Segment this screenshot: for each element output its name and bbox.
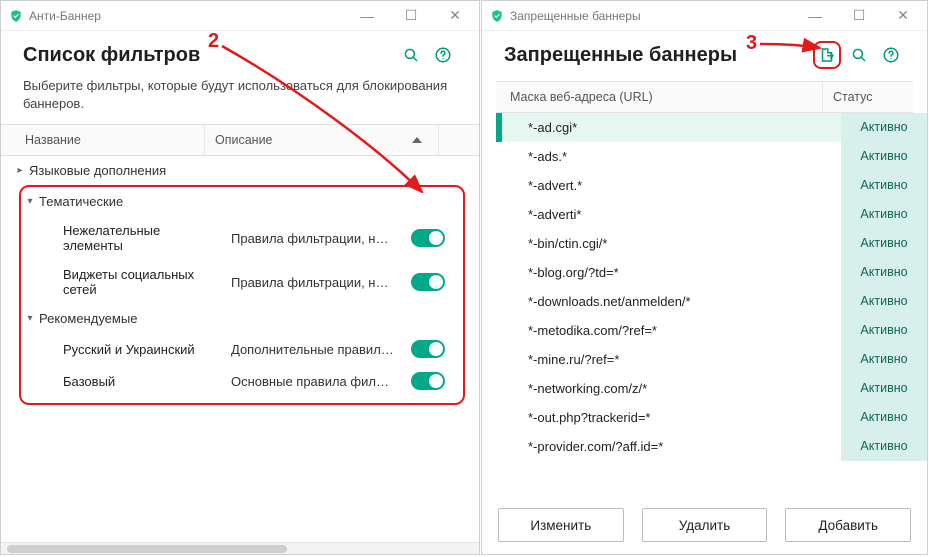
list-item[interactable]: *-adverti*Активно <box>496 200 927 229</box>
status-badge: Активно <box>841 403 927 432</box>
col-name[interactable]: Название <box>1 125 205 155</box>
list-item[interactable]: *-ad.cgi*Активно <box>496 113 927 142</box>
status-badge: Активно <box>841 171 927 200</box>
page-title: Список фильтров <box>23 44 200 67</box>
list-item[interactable]: *-ads.*Активно <box>496 142 927 171</box>
titlebar-left: Анти-Баннер ― ☐ ✕ <box>1 1 479 31</box>
table-header-left: Название Описание <box>1 124 479 156</box>
delete-button[interactable]: Удалить <box>642 508 768 542</box>
subtitle: Выберите фильтры, которые будут использо… <box>1 73 479 124</box>
list-item[interactable]: *-advert.*Активно <box>496 171 927 200</box>
window-title: Анти-Баннер <box>29 9 101 23</box>
list-item[interactable]: *-mine.ru/?ref=*Активно <box>496 345 927 374</box>
col-status[interactable]: Статус <box>823 82 913 112</box>
list-item[interactable]: *-downloads.net/anmelden/*Активно <box>496 287 927 316</box>
list-item[interactable]: *-bin/ctin.cgi/*Активно <box>496 229 927 258</box>
url-mask: *-mine.ru/?ref=* <box>502 345 841 374</box>
sort-asc-icon <box>412 137 422 143</box>
window-title: Запрещенные баннеры <box>510 9 641 23</box>
add-button[interactable]: Добавить <box>785 508 911 542</box>
filter-row[interactable]: Виджеты социальных сетей Правила фильтра… <box>21 260 463 304</box>
toggle-switch[interactable] <box>411 340 445 358</box>
footer-buttons: Изменить Удалить Добавить <box>482 498 927 554</box>
shield-icon <box>9 9 23 23</box>
list-item[interactable]: *-provider.com/?aff.id=*Активно <box>496 432 927 461</box>
url-mask: *-provider.com/?aff.id=* <box>502 432 841 461</box>
filter-name: Базовый <box>63 374 231 389</box>
chevron-down-icon: ▾ <box>25 196 35 207</box>
search-icon[interactable] <box>397 41 425 69</box>
header-right: Запрещенные баннеры <box>482 31 927 73</box>
header-left: Список фильтров <box>1 31 479 73</box>
table-header-right: Маска веб-адреса (URL) Статус <box>496 81 913 113</box>
filter-list: ▸ Языковые дополнения ▾ Тематические Неж… <box>1 156 479 542</box>
list-item[interactable]: *-blog.org/?td=*Активно <box>496 258 927 287</box>
toggle-switch[interactable] <box>411 273 445 291</box>
list-item[interactable]: *-networking.com/z/*Активно <box>496 374 927 403</box>
highlight-thematic-recommended: ▾ Тематические Нежелательные элементы Пр… <box>19 185 465 405</box>
shield-icon <box>490 9 504 23</box>
toggle-switch[interactable] <box>411 372 445 390</box>
filter-desc: Правила фильтрации, не… <box>231 231 411 246</box>
filter-row[interactable]: Базовый Основные правила филь… <box>21 365 463 397</box>
url-mask: *-bin/ctin.cgi/* <box>502 229 841 258</box>
status-badge: Активно <box>841 374 927 403</box>
filter-desc: Основные правила филь… <box>231 374 411 389</box>
url-mask: *-ads.* <box>502 142 841 171</box>
url-mask: *-ad.cgi* <box>502 113 841 142</box>
url-mask: *-networking.com/z/* <box>502 374 841 403</box>
url-mask: *-adverti* <box>502 200 841 229</box>
col-toggle <box>439 132 479 148</box>
filter-row[interactable]: Русский и Украинский Дополнительные прав… <box>21 333 463 365</box>
toggle-switch[interactable] <box>411 229 445 247</box>
help-icon[interactable] <box>877 41 905 69</box>
url-mask: *-blog.org/?td=* <box>502 258 841 287</box>
url-mask: *-downloads.net/anmelden/* <box>502 287 841 316</box>
group-thematic[interactable]: ▾ Тематические <box>21 187 463 216</box>
filter-name: Виджеты социальных сетей <box>63 267 231 297</box>
chevron-right-icon: ▸ <box>15 165 25 176</box>
status-badge: Активно <box>841 316 927 345</box>
filter-row[interactable]: Нежелательные элементы Правила фильтраци… <box>21 216 463 260</box>
col-desc[interactable]: Описание <box>205 125 439 155</box>
chevron-down-icon: ▾ <box>25 313 35 324</box>
filter-name: Русский и Украинский <box>63 342 231 357</box>
status-badge: Активно <box>841 200 927 229</box>
close-button[interactable]: ✕ <box>433 2 477 30</box>
minimize-button[interactable]: ― <box>793 2 837 30</box>
url-mask: *-metodika.com/?ref=* <box>502 316 841 345</box>
maximize-button[interactable]: ☐ <box>837 2 881 30</box>
close-button[interactable]: ✕ <box>881 2 925 30</box>
url-mask: *-advert.* <box>502 171 841 200</box>
list-item[interactable]: *-metodika.com/?ref=*Активно <box>496 316 927 345</box>
status-badge: Активно <box>841 345 927 374</box>
filter-desc: Правила фильтрации, не… <box>231 275 411 290</box>
banner-list: *-ad.cgi*Активно*-ads.*Активно*-advert.*… <box>496 113 927 498</box>
maximize-button[interactable]: ☐ <box>389 2 433 30</box>
list-item[interactable]: *-out.php?trackerid=*Активно <box>496 403 927 432</box>
anti-banner-window: Анти-Баннер ― ☐ ✕ Список фильтров Выбери… <box>0 0 480 555</box>
titlebar-right: Запрещенные баннеры ― ☐ ✕ <box>482 1 927 31</box>
status-badge: Активно <box>841 113 927 142</box>
col-url[interactable]: Маска веб-адреса (URL) <box>496 82 823 112</box>
search-icon[interactable] <box>845 41 873 69</box>
export-icon[interactable] <box>813 41 841 69</box>
status-badge: Активно <box>841 142 927 171</box>
page-title: Запрещенные баннеры <box>504 44 737 67</box>
help-icon[interactable] <box>429 41 457 69</box>
edit-button[interactable]: Изменить <box>498 508 624 542</box>
filter-desc: Дополнительные правил… <box>231 342 411 357</box>
status-badge: Активно <box>841 258 927 287</box>
status-badge: Активно <box>841 432 927 461</box>
status-badge: Активно <box>841 287 927 316</box>
minimize-button[interactable]: ― <box>345 2 389 30</box>
status-badge: Активно <box>841 229 927 258</box>
scrollbar-thumb[interactable] <box>7 545 287 553</box>
filter-name: Нежелательные элементы <box>63 223 231 253</box>
group-language[interactable]: ▸ Языковые дополнения <box>1 156 479 185</box>
blocked-banners-window: Запрещенные баннеры ― ☐ ✕ Запрещенные ба… <box>481 0 928 555</box>
horizontal-scrollbar[interactable] <box>1 542 479 554</box>
group-recommended[interactable]: ▾ Рекомендуемые <box>21 304 463 333</box>
url-mask: *-out.php?trackerid=* <box>502 403 841 432</box>
